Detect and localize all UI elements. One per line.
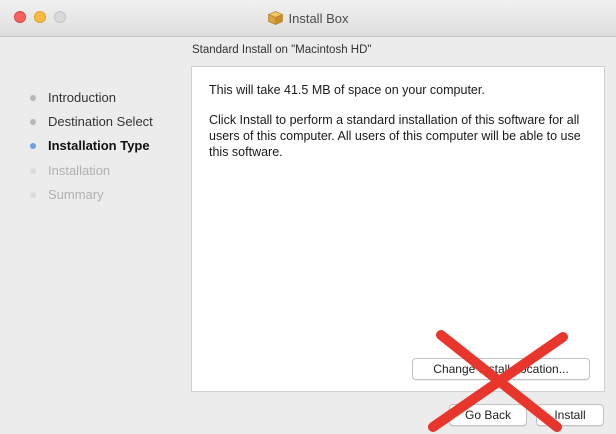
installer-window: Install Box Introduction Destination Sel…: [0, 0, 616, 434]
step-summary: Summary: [30, 187, 104, 202]
step-label: Summary: [48, 187, 104, 202]
install-description-text: Click Install to perform a standard inst…: [209, 113, 581, 159]
change-install-location-button[interactable]: Change Install Location...: [412, 358, 590, 380]
step-bullet-icon: [30, 94, 36, 101]
step-destination-select: Destination Select: [30, 114, 153, 129]
title-bar: Install Box: [0, 0, 616, 37]
step-introduction: Introduction: [30, 90, 116, 105]
steps-sidebar: Introduction Destination Select Installa…: [0, 36, 188, 434]
step-installation: Installation: [30, 163, 110, 178]
step-label: Introduction: [48, 90, 116, 105]
space-required-text: This will take 41.5 MB of space on your …: [209, 83, 485, 97]
step-bullet-icon: [30, 191, 36, 198]
step-installation-type: Installation Type: [30, 138, 150, 153]
window-title: Install Box: [288, 10, 349, 26]
step-bullet-icon: [30, 167, 36, 174]
step-label: Installation Type: [48, 138, 150, 153]
install-button[interactable]: Install: [536, 404, 604, 426]
window-title-group: Install Box: [0, 0, 616, 36]
step-label: Destination Select: [48, 114, 153, 129]
install-subtitle: Standard Install on "Macintosh HD": [192, 44, 372, 56]
go-back-button[interactable]: Go Back: [449, 404, 527, 426]
step-label: Installation: [48, 163, 111, 178]
step-bullet-icon: [30, 142, 36, 149]
package-icon: [267, 11, 283, 25]
content-panel: This will take 41.5 MB of space on your …: [191, 66, 605, 392]
step-bullet-icon: [30, 118, 36, 125]
